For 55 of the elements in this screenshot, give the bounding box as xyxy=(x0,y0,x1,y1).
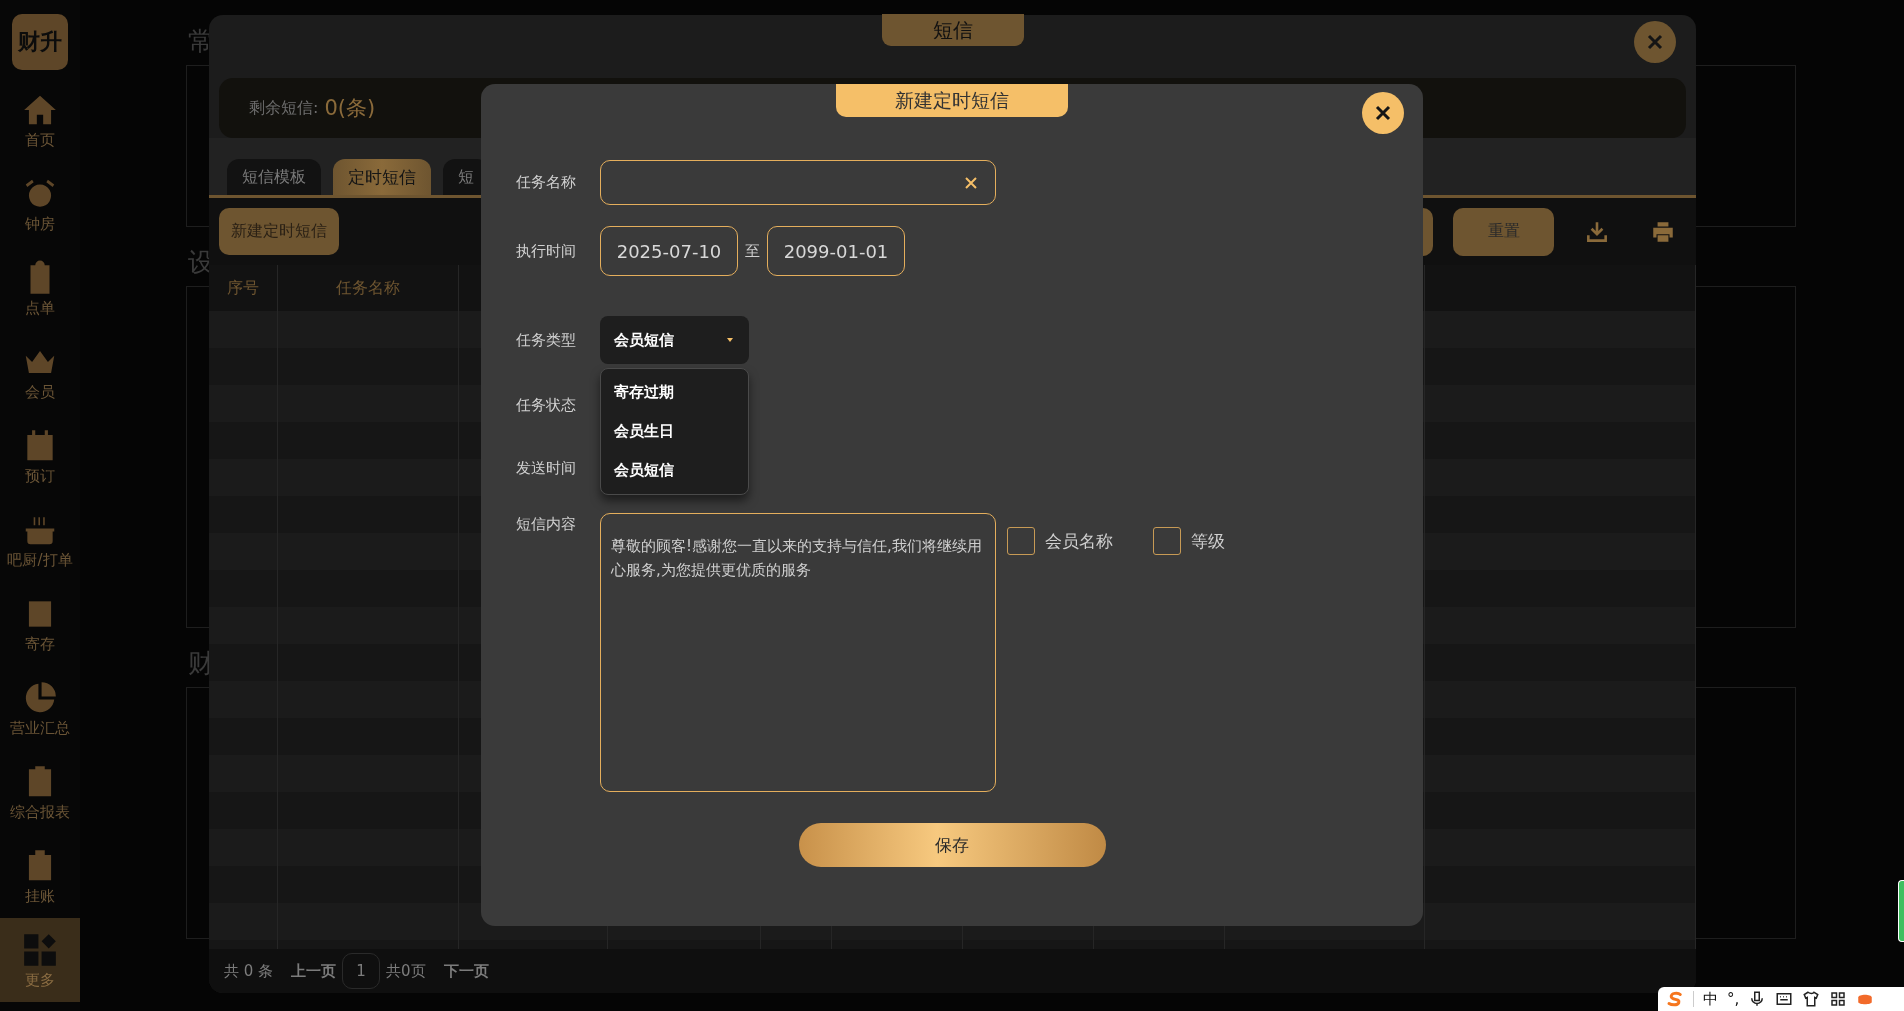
date-field[interactable]: 2099-01-01 xyxy=(767,226,905,276)
field-label: 执行时间 xyxy=(516,241,577,261)
nav-item[interactable]: 营业汇总 xyxy=(0,666,80,750)
tab[interactable]: 定时短信 xyxy=(333,159,431,195)
checkbox-label: 等级 xyxy=(1191,529,1225,553)
caret-icon xyxy=(725,337,735,343)
new-button[interactable]: 新建定时短信 xyxy=(219,208,339,255)
grid-icon[interactable] xyxy=(1829,990,1848,1008)
nav-item[interactable]: 首页 xyxy=(0,78,80,162)
field-label: 发送时间 xyxy=(516,458,577,478)
dialog-title: 新建定时短信 xyxy=(836,84,1068,117)
language-toggle[interactable]: 中 xyxy=(1703,989,1718,1009)
tab[interactable]: 短信模板 xyxy=(227,159,321,195)
field-label: 任务类型 xyxy=(516,330,577,350)
message-field[interactable]: 尊敬的顾客!感谢您一直以来的支持与信任,我们将继续用心服务,为您提供更优质的服务 xyxy=(600,513,996,792)
nav-item[interactable]: 钟房 xyxy=(0,162,80,246)
side-handle[interactable] xyxy=(1898,880,1904,942)
nav-item[interactable]: 预订 xyxy=(0,414,80,498)
field-label: 任务状态 xyxy=(516,395,577,415)
field-label: 短信内容 xyxy=(516,514,577,534)
app-logo: 财升 xyxy=(12,14,68,70)
dialog-title: 短信 xyxy=(881,14,1024,46)
column-header: 任务名称 xyxy=(336,277,400,299)
column-header: 序号 xyxy=(227,277,259,299)
dropdown-option[interactable]: 寄存过期 xyxy=(601,373,748,412)
close-button[interactable] xyxy=(1362,92,1404,134)
field-label: 任务名称 xyxy=(516,173,577,192)
nav-item[interactable]: 更多 xyxy=(0,918,80,1002)
checkbox[interactable] xyxy=(1153,527,1181,555)
range-separator: 至 xyxy=(745,241,760,261)
dropdown-option[interactable]: 会员生日 xyxy=(601,412,748,451)
shirt-icon[interactable] xyxy=(1802,990,1821,1008)
keyboard-icon[interactable] xyxy=(1775,990,1794,1008)
name-field[interactable] xyxy=(600,160,996,205)
nav-item[interactable]: 综合报表 xyxy=(0,750,80,834)
nav-item[interactable]: 会员 xyxy=(0,330,80,414)
ime-logo-icon[interactable] xyxy=(1666,990,1684,1008)
save-button[interactable]: 保存 xyxy=(798,823,1106,867)
prev-page-link[interactable]: 上一页 xyxy=(291,961,337,981)
dropdown-option[interactable]: 会员短信 xyxy=(601,451,748,490)
page-input[interactable]: 1 xyxy=(342,953,381,989)
next-page-link[interactable]: 下一页 xyxy=(443,961,489,981)
date-field[interactable]: 2025-07-10 xyxy=(600,226,738,276)
nav-item[interactable]: 吧厨/打单 xyxy=(0,498,80,582)
punctuation-toggle[interactable]: °, xyxy=(1727,990,1740,1008)
nav-item[interactable]: 点单 xyxy=(0,246,80,330)
nav-item[interactable]: 挂账 xyxy=(0,834,80,918)
checkbox[interactable] xyxy=(1007,527,1035,555)
type-select[interactable]: 会员短信 xyxy=(600,316,749,364)
checkbox-label: 会员名称 xyxy=(1045,529,1113,553)
remaining-label: 剩余短信: xyxy=(249,97,319,119)
nav-item[interactable]: 寄存 xyxy=(0,582,80,666)
total-count: 共 0 条 xyxy=(224,961,274,981)
remaining-count: 0(条) xyxy=(324,95,376,122)
page-count: 共0页 xyxy=(386,961,426,981)
